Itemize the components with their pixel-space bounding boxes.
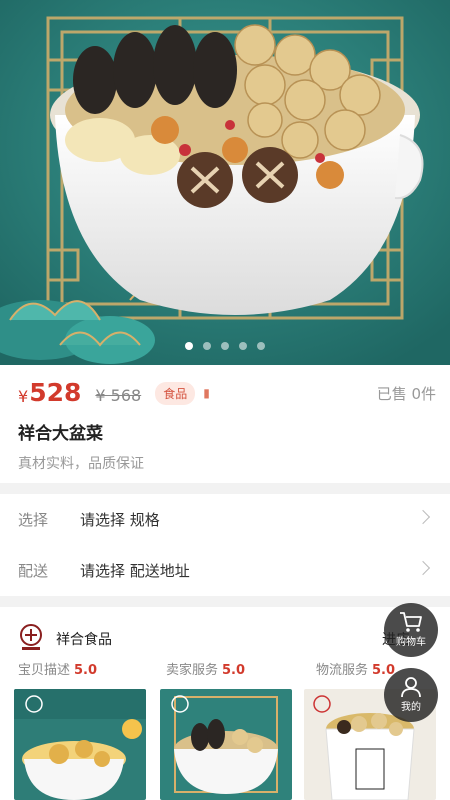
- carousel-dot[interactable]: [257, 342, 265, 350]
- score-description: 宝贝描述 5.0: [18, 659, 97, 678]
- score-label: 卖家服务: [166, 663, 219, 678]
- user-icon: [401, 677, 421, 698]
- product-title: 祥合大盆菜: [18, 424, 103, 444]
- thumbnail-product[interactable]: [160, 689, 292, 800]
- purchase-options: 选择 请选择 规格 配送 请选择 配送地址: [0, 494, 450, 596]
- option-key: 配送: [18, 562, 49, 580]
- mine-button[interactable]: 我的: [384, 668, 438, 722]
- score-logistics: 物流服务 5.0: [316, 659, 395, 678]
- carousel-dot[interactable]: [221, 342, 229, 350]
- thumbnail-product[interactable]: [14, 689, 146, 800]
- option-key: 选择: [18, 511, 49, 529]
- product-info: ¥ 528 ¥ 568 食品 ▮ 已售 0件 祥合大盆菜 真材实料，品质保证: [0, 365, 450, 483]
- price-row: ¥ 528 ¥ 568 食品 ▮ 已售 0件: [18, 377, 436, 407]
- product-detail-page: ¥ 528 ¥ 568 食品 ▮ 已售 0件 祥合大盆菜 真材实料，品质保证 选…: [0, 0, 450, 800]
- cart-label: 购物车: [396, 637, 426, 648]
- shop-name[interactable]: 祥合食品: [56, 629, 112, 649]
- xianghe-logo-icon: [20, 624, 42, 650]
- sold-count: 已售 0件: [376, 384, 436, 403]
- current-price: 528: [29, 377, 82, 407]
- shop-card: 祥合食品 进店 宝贝描述5.0 卖家服务5.0 物流服务5.0: [0, 607, 450, 800]
- carousel-dot[interactable]: [239, 342, 247, 350]
- product-image-carousel[interactable]: [0, 0, 450, 365]
- carousel-dot[interactable]: [203, 342, 211, 350]
- spec-select-row[interactable]: 选择 请选择 规格: [0, 494, 450, 545]
- option-value: 请选择 规格: [80, 511, 160, 529]
- cart-icon: [400, 612, 422, 632]
- score-value: 5.0: [222, 663, 246, 678]
- chevron-right-icon: [415, 509, 431, 525]
- shop-scores: 宝贝描述 5.0 卖家服务 5.0 物流服务 5.0: [18, 659, 430, 679]
- original-price: ¥ 568: [95, 385, 142, 405]
- product-photo: [0, 0, 450, 365]
- carousel-dot[interactable]: [185, 342, 193, 350]
- hot-icon: ▮: [203, 386, 210, 400]
- product-subtitle: 真材实料，品质保证: [18, 456, 144, 472]
- delivery-address-row[interactable]: 配送 请选择 配送地址: [0, 545, 450, 596]
- cart-button[interactable]: 购物车: [384, 603, 438, 657]
- score-label: 物流服务: [316, 663, 369, 678]
- currency-symbol: ¥: [18, 386, 29, 406]
- mine-label: 我的: [401, 702, 421, 713]
- score-value: 5.0: [74, 663, 98, 678]
- carousel-indicator: [0, 342, 450, 350]
- score-service: 卖家服务 5.0: [166, 659, 245, 678]
- category-tag: 食品: [155, 381, 196, 405]
- chevron-right-icon: [415, 560, 431, 576]
- option-value: 请选择 配送地址: [80, 562, 190, 580]
- score-label: 宝贝描述: [18, 663, 71, 678]
